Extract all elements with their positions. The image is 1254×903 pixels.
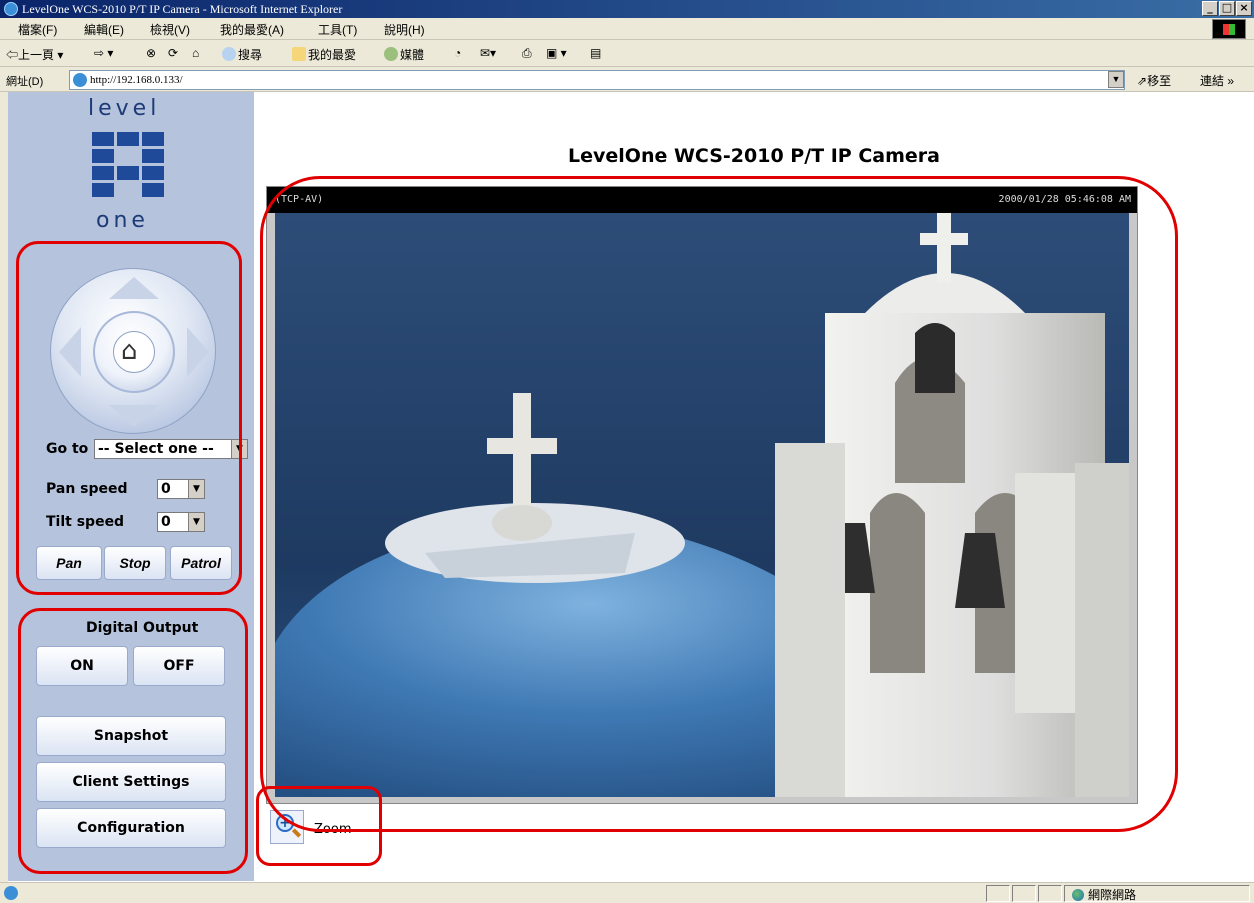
ptz-controls-highlight [16, 241, 242, 595]
menu-favorites[interactable]: 我的最愛(A) [220, 21, 284, 38]
menu-tools[interactable]: 工具(T) [318, 21, 357, 38]
levelone-logo: level one [88, 96, 172, 236]
favorites-icon [292, 47, 306, 61]
logo-word-level: level [88, 96, 161, 121]
actions-highlight [18, 608, 248, 874]
favorites-label: 我的最愛 [308, 48, 357, 62]
favorites-button[interactable]: 我的最愛 [292, 46, 356, 63]
address-dropdown-icon[interactable]: ▼ [1108, 71, 1124, 88]
search-button[interactable]: 搜尋 [222, 46, 262, 63]
stop-page-icon[interactable]: ⊗ [146, 46, 156, 60]
menu-file[interactable]: 檔案(F) [18, 21, 57, 38]
media-button[interactable]: 媒體 [384, 46, 424, 63]
print-icon[interactable]: ⎙ [522, 46, 532, 61]
go-label: 移至 [1147, 74, 1172, 88]
minimize-button[interactable]: _ [1202, 1, 1218, 16]
status-bar: 網際網路 [0, 882, 1254, 903]
zoom-highlight [256, 786, 382, 866]
address-label: 網址(D) [6, 76, 44, 88]
links-button[interactable]: 連結 » [1200, 72, 1234, 89]
close-button[interactable]: × [1236, 1, 1252, 16]
home-page-icon[interactable]: ⌂ [192, 46, 199, 60]
back-label: 上一頁 [18, 48, 55, 62]
windows-logo-icon [1212, 19, 1246, 39]
media-icon [384, 47, 398, 61]
back-button[interactable]: ⇦上一頁 ▾ [6, 46, 63, 63]
menu-bar: 檔案(F) 編輯(E) 檢視(V) 我的最愛(A) 工具(T) 說明(H) [0, 18, 1254, 40]
standard-toolbar: ⇦上一頁 ▾ ⇨ ▾ ⊗ ⟳ ⌂ 搜尋 我的最愛 媒體 ◔ ✉▾ ⎙ ▣ ▾ ▤ [0, 41, 1254, 67]
security-zone: 網際網路 [1072, 886, 1136, 903]
media-label: 媒體 [400, 48, 425, 62]
globe-icon [1072, 889, 1084, 901]
address-input[interactable]: http://192.168.0.133/ [69, 70, 1125, 90]
address-bar: 網址(D) http://192.168.0.133/ ▼ ⇗移至 連結 » [0, 68, 1254, 92]
menu-help[interactable]: 說明(H) [384, 21, 425, 38]
maximize-button[interactable]: □ [1219, 1, 1235, 16]
page-title: LevelOne WCS-2010 P/T IP Camera [568, 145, 940, 167]
history-icon[interactable]: ◔ [454, 46, 461, 60]
refresh-icon[interactable]: ⟳ [168, 46, 178, 60]
page-status-icon [4, 886, 18, 900]
zone-label: 網際網路 [1088, 888, 1137, 902]
ie-icon [4, 2, 18, 16]
window-titlebar: LevelOne WCS-2010 P/T IP Camera - Micros… [0, 0, 1254, 18]
mail-icon[interactable]: ✉▾ [480, 46, 496, 60]
window-title: LevelOne WCS-2010 P/T IP Camera - Micros… [22, 2, 343, 16]
search-label: 搜尋 [238, 48, 263, 62]
logo-grid [92, 132, 164, 202]
edit-icon[interactable]: ▣ ▾ [546, 46, 567, 60]
camera-view-highlight [260, 176, 1178, 832]
forward-button[interactable]: ⇨ ▾ [94, 46, 113, 60]
page-icon [73, 73, 87, 87]
search-icon [222, 47, 236, 61]
address-url: http://192.168.0.133/ [90, 74, 183, 86]
discuss-icon[interactable]: ▤ [590, 46, 601, 60]
logo-word-one: one [96, 208, 149, 233]
menu-edit[interactable]: 編輯(E) [84, 21, 124, 38]
go-button[interactable]: ⇗移至 [1137, 72, 1171, 89]
menu-view[interactable]: 檢視(V) [150, 21, 190, 38]
